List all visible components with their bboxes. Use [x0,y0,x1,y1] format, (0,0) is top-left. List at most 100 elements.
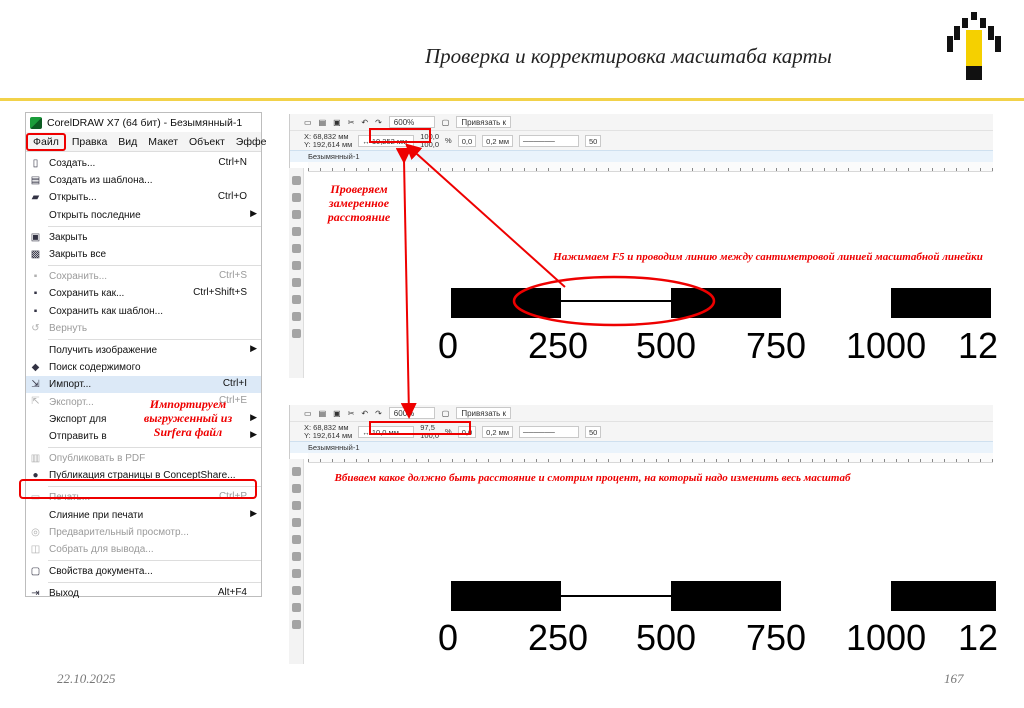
outline-width-field[interactable]: 0,2 мм [482,134,513,147]
freehand-tool-icon[interactable] [291,535,301,544]
menu-effects[interactable]: Эффе [231,134,272,150]
file-menu-item[interactable]: ▥ Опубликовать в PDF [26,450,261,467]
menu-file[interactable]: Файл [26,132,66,151]
file-menu-item[interactable]: ↺ Вернуть [26,320,261,337]
menu-layout[interactable]: Макет [143,134,183,150]
shortcut-label: Ctrl+Shift+S [193,287,247,299]
shape-tool-icon[interactable] [291,193,301,202]
file-menu-item[interactable]: ▤ Создать из шаблона... [26,172,261,189]
scale-label-250: 250 [528,325,589,366]
line-style-select[interactable]: ────── [518,425,579,438]
scale-label-1000: 1000 [846,617,927,658]
redo-icon[interactable]: ↷ [375,409,382,418]
rect-tool-icon[interactable] [291,552,301,561]
file-menu-item[interactable]: Слияние при печати ▶ [26,507,261,524]
file-menu-item-label: Поиск содержимого [49,362,141,374]
file-menu-item[interactable]: ▯ Создать... Ctrl+N [26,155,261,172]
nodes-field[interactable]: 50 [584,425,602,438]
text-tool-icon[interactable] [291,603,301,612]
polygon-tool-icon[interactable] [291,295,301,304]
snap-to-button[interactable]: Привязать к [456,407,512,419]
file-menu-item[interactable]: ▣ Закрыть [26,229,261,246]
menu-edit[interactable]: Правка [67,134,112,150]
open-icon[interactable]: ▤ [319,118,327,127]
scale-labels-bottom: 0 250 500 750 1000 12 [438,617,998,658]
y-coord: Y: 192,614 мм [304,430,353,440]
redo-icon[interactable]: ↷ [375,118,382,127]
menubar: Файл Правка Вид Макет Объект Эффе [26,132,266,152]
pick-tool-icon[interactable] [291,467,301,476]
menu-view[interactable]: Вид [113,134,142,150]
cut-icon[interactable]: ✂ [348,409,355,418]
toolbox-bottom [289,459,304,664]
open-icon[interactable]: ▤ [319,409,327,418]
file-menu-item[interactable]: ⇥ Выход Alt+F4 [26,585,261,602]
scale-label-0: 0 [438,617,459,658]
new-icon[interactable]: ▭ [304,118,312,127]
file-menu-item-label: Импорт... [49,379,92,391]
submenu-arrow-icon: ▶ [250,428,257,439]
new-icon[interactable]: ▭ [304,409,312,418]
scale-label-500: 500 [636,325,697,366]
save-template-icon: ▪ [33,305,38,317]
snap-to-button[interactable]: Привязать к [456,116,512,128]
crop-tool-icon[interactable] [291,210,301,219]
file-menu-item[interactable]: ⇲ Импорт... Ctrl+I [26,376,261,394]
arrow-top-to-bottom [395,147,417,419]
fill-tool-icon[interactable] [291,620,301,629]
zoom-select[interactable]: 600% [388,407,435,419]
file-menu-item[interactable]: ◆ Поиск содержимого [26,359,261,376]
file-menu-item-label: Открыть последние [49,209,141,221]
zoom-select[interactable]: 600% [388,116,435,128]
pick-tool-icon[interactable] [291,176,301,185]
angle-field[interactable]: 0,0 [457,134,477,147]
zoom-tool-icon[interactable] [291,518,301,527]
zoom-tool-icon[interactable] [291,227,301,236]
save-icon[interactable]: ▣ [333,118,341,127]
file-menu-item[interactable]: ▪ Сохранить как... Ctrl+Shift+S [26,285,261,302]
title-divider [0,98,1024,101]
file-menu-item[interactable]: ▪ Сохранить... Ctrl+S [26,268,261,285]
fullscreen-icon[interactable]: ▢ [442,409,450,418]
ellipse-tool-icon[interactable] [291,278,301,287]
measure-line-top [556,300,674,302]
scale-labels-top: 0 250 500 750 1000 12 [438,325,998,366]
crop-tool-icon[interactable] [291,501,301,510]
document-tab[interactable]: Безымянный-1 [290,441,993,453]
menu-object[interactable]: Объект [184,134,230,150]
ellipse-tool-icon[interactable] [291,569,301,578]
save-icon[interactable]: ▣ [333,409,341,418]
rect-tool-icon[interactable] [291,261,301,270]
scale-label-750: 750 [746,617,807,658]
file-menu-item-label: Открыть... [49,192,97,204]
file-menu-item[interactable]: ▰ Открыть... Ctrl+O [26,189,261,206]
file-menu-item-label: Экспорт... [49,396,94,408]
new-doc-icon: ▯ [32,158,39,169]
document-tab[interactable]: Безымянный-1 [290,150,993,162]
nodes-field[interactable]: 50 [584,134,602,147]
undo-icon[interactable]: ↶ [361,118,368,127]
cut-icon[interactable]: ✂ [348,118,355,127]
file-menu-item[interactable]: Открыть последние ▶ [26,207,261,224]
fullscreen-icon[interactable]: ▢ [442,118,450,127]
undo-icon[interactable]: ↶ [361,409,368,418]
file-menu-item[interactable]: Получить изображение ▶ [26,342,261,359]
file-menu-item[interactable]: ▢ Свойства документа... [26,563,261,580]
shape-tool-icon[interactable] [291,484,301,493]
export-icon: ⇱ [31,396,40,408]
text-tool-icon[interactable] [291,312,301,321]
note-check-distance: Проверяем замеренное расстояние [327,182,391,224]
outline-width-field[interactable]: 0,2 мм [482,425,513,438]
polygon-tool-icon[interactable] [291,586,301,595]
freehand-tool-icon[interactable] [291,244,301,253]
file-menu-item[interactable]: ◎ Предварительный просмотр... [26,524,261,541]
fill-tool-icon[interactable] [291,329,301,338]
line-style-select[interactable]: ────── [518,134,579,147]
file-menu-item[interactable]: ◫ Собрать для вывода... [26,541,261,558]
scale-label-12: 12 [958,325,999,366]
file-menu-item[interactable]: ▩ Закрыть все [26,246,261,263]
file-menu-item-label: Экспорт для [49,413,107,425]
length-highlight-top [369,128,431,143]
file-menu-item[interactable]: ▪ Сохранить как шаблон... [26,303,261,320]
menu-separator [48,225,261,227]
